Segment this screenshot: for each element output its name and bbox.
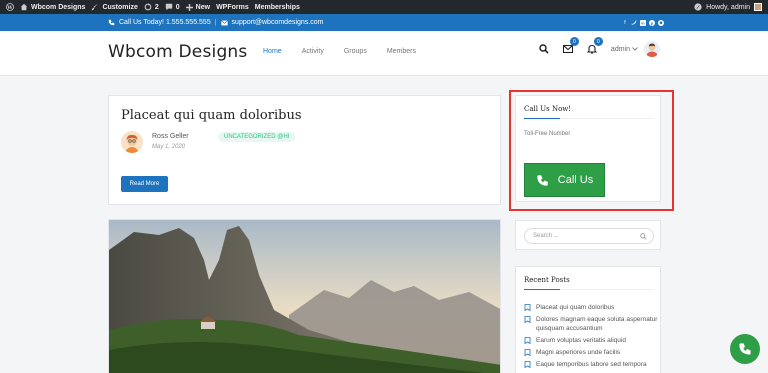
site-header: Wbcom Designs Home Activity Groups Membe… — [0, 31, 768, 76]
nav-groups[interactable]: Groups — [344, 48, 367, 55]
post-card-image — [108, 219, 501, 373]
recent-posts-widget: Recent Posts Placeat qui quam doloribus … — [515, 266, 661, 373]
notifications-badge: 0 — [593, 37, 603, 46]
list-item[interactable]: Magni asperiores unde facilis — [524, 348, 658, 357]
admin-wpforms-label: WPForms — [216, 3, 249, 11]
bookmark-icon — [524, 349, 531, 356]
recent-post-link[interactable]: Earum voluptas veritatis aliquid — [536, 336, 626, 345]
admin-customize-label: Customize — [102, 3, 138, 11]
nav-activity[interactable]: Activity — [302, 48, 324, 55]
twitter-icon[interactable] — [631, 20, 637, 26]
recent-posts-title: Recent Posts — [524, 276, 570, 284]
admin-memberships-link[interactable]: Memberships — [255, 4, 300, 11]
list-item[interactable]: Dolores magnam eaque soluta aspernatur q… — [524, 315, 658, 333]
read-more-button[interactable]: Read More — [121, 176, 168, 192]
notifications-bell-icon[interactable]: 0 — [585, 37, 603, 56]
svg-text:in: in — [641, 21, 644, 25]
search-widget: Search ... — [515, 220, 661, 250]
contact-info: Call Us Today! 1.555.555.555 | support@w… — [108, 19, 323, 26]
envelope-icon — [220, 19, 228, 25]
recent-post-link[interactable]: Magni asperiores unde facilis — [536, 348, 620, 357]
post-card: Placeat qui quam doloribus Ross Geller M… — [108, 95, 501, 205]
nav-home[interactable]: Home — [263, 48, 282, 55]
updates-icon — [144, 3, 152, 11]
facebook-icon[interactable]: f — [622, 20, 628, 26]
svg-text:W: W — [6, 5, 13, 11]
recent-posts-list: Placeat qui quam doloribus Dolores magna… — [524, 303, 658, 372]
title-underline — [524, 289, 560, 290]
list-item[interactable]: Earum voluptas veritatis aliquid — [524, 336, 658, 345]
user-menu-name[interactable]: admin — [611, 46, 630, 53]
highlight-box — [509, 90, 674, 211]
recent-post-link[interactable]: Placeat qui quam doloribus — [536, 303, 614, 312]
paintbrush-icon — [92, 3, 99, 11]
chevron-down-icon[interactable] — [632, 47, 638, 51]
email-text[interactable]: support@wbcomdesigns.com — [232, 19, 324, 26]
wordpress-logo-icon[interactable]: W — [6, 3, 14, 11]
admin-avatar — [754, 3, 762, 11]
recent-post-link[interactable]: Eaque temporibus labore sed tempora — [536, 360, 647, 369]
list-item[interactable]: Placeat qui quam doloribus — [524, 303, 658, 312]
admin-site-name: Wbcom Designs — [31, 3, 86, 11]
github-icon[interactable] — [658, 19, 664, 26]
author-avatar[interactable] — [121, 131, 143, 153]
search-icon[interactable] — [537, 42, 551, 56]
post-title[interactable]: Placeat qui quam doloribus — [121, 108, 302, 123]
top-info-bar: Call Us Today! 1.555.555.555 | support@w… — [0, 14, 768, 31]
site-logo[interactable]: Wbcom Designs — [108, 42, 247, 62]
floating-call-button[interactable] — [730, 334, 760, 364]
divider: | — [214, 19, 217, 26]
admin-bar: W Wbcom Designs Customize 2 0 New WPForm… — [0, 0, 768, 14]
admin-wpforms-link[interactable]: WPForms — [216, 4, 249, 11]
messages-badge: 0 — [569, 37, 579, 46]
pen-circle-icon — [694, 3, 702, 11]
main-nav: Home Activity Groups Members — [263, 48, 436, 55]
author-name[interactable]: Ross Geller — [152, 133, 189, 140]
title-divider — [560, 289, 654, 290]
admin-updates-link[interactable]: 2 — [144, 3, 159, 11]
bookmark-icon — [524, 316, 531, 323]
linkedin-icon[interactable]: in — [640, 19, 646, 26]
search-placeholder: Search ... — [533, 233, 559, 239]
header-actions: 0 0 admin — [527, 37, 660, 57]
bookmark-icon — [524, 304, 531, 311]
post-date: May 1, 2020 — [152, 144, 186, 150]
admin-new-label: New — [195, 3, 211, 11]
list-item[interactable]: Eaque temporibus labore sed tempora — [524, 360, 658, 369]
user-avatar[interactable] — [644, 41, 660, 57]
sidebar-search-input[interactable]: Search ... — [524, 228, 654, 244]
admin-howdy: Howdy, admin — [706, 3, 750, 11]
bookmark-icon — [524, 361, 531, 368]
search-icon[interactable] — [640, 233, 647, 240]
admin-customize-link[interactable]: Customize — [91, 3, 138, 11]
featured-image[interactable] — [109, 220, 501, 373]
home-icon — [20, 3, 28, 11]
admin-memberships-label: Memberships — [254, 3, 300, 11]
admin-comments-link[interactable]: 0 — [165, 3, 180, 11]
nav-members[interactable]: Members — [387, 48, 416, 55]
admin-account[interactable]: Howdy, admin — [694, 3, 762, 11]
social-links: f in p — [622, 19, 664, 26]
bookmark-icon — [524, 337, 531, 344]
admin-comments-count: 0 — [175, 3, 180, 11]
phone-icon — [108, 19, 115, 26]
comment-icon — [165, 3, 172, 11]
phone-text[interactable]: Call Us Today! 1.555.555.555 — [119, 19, 211, 26]
phone-icon — [739, 343, 751, 355]
category-tag[interactable]: UNCATEGORIZED @HI — [218, 132, 296, 142]
admin-site-link[interactable]: Wbcom Designs — [20, 3, 85, 11]
messages-icon[interactable]: 0 — [561, 37, 579, 56]
admin-updates-count: 2 — [154, 3, 159, 11]
plus-icon — [185, 3, 193, 11]
recent-post-link[interactable]: Dolores magnam eaque soluta aspernatur q… — [536, 315, 658, 333]
admin-new-link[interactable]: New — [185, 3, 211, 11]
pinterest-icon[interactable]: p — [649, 19, 655, 26]
